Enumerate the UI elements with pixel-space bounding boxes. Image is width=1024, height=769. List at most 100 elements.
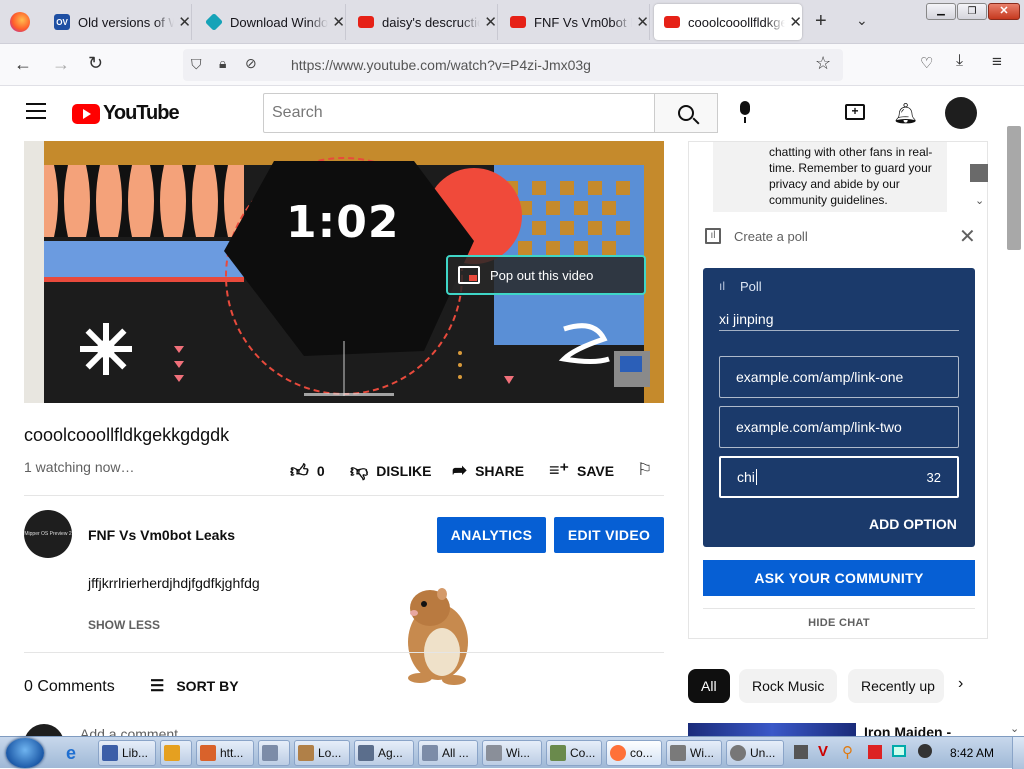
- close-icon[interactable]: ✕: [636, 13, 649, 31]
- taskbar-item-5[interactable]: Lo...: [294, 740, 350, 766]
- taskbar-item-7[interactable]: All ...: [418, 740, 478, 766]
- search-input[interactable]: Search: [263, 93, 655, 133]
- tab-download-windows[interactable]: Download Windows ✕: [196, 4, 346, 40]
- close-icon[interactable]: ✕: [178, 13, 191, 31]
- related-title[interactable]: Iron Maiden -: [864, 724, 951, 736]
- chip-recently-uploaded[interactable]: Recently up: [848, 669, 944, 703]
- grid-icon: [486, 745, 502, 761]
- download-icon[interactable]: ⤓: [956, 52, 963, 70]
- ask-community-button[interactable]: ASK YOUR COMMUNITY: [703, 560, 975, 596]
- taskbar-item-4[interactable]: [258, 740, 290, 766]
- chevron-down-icon[interactable]: ⌄: [1010, 722, 1019, 735]
- create-video-icon[interactable]: +: [845, 104, 865, 120]
- thumbs-down-icon: 👎︎: [350, 461, 369, 481]
- camera-blocked-icon[interactable]: ⊘: [245, 55, 257, 72]
- tray-app-icon[interactable]: [794, 745, 808, 759]
- window-icon: [262, 745, 278, 761]
- menu-icon[interactable]: ≡: [992, 52, 1002, 72]
- hamburger-icon[interactable]: [26, 103, 46, 119]
- url-bar[interactable]: ⛉ 🔒︎ ⊘ https://www.youtube.com/watch?v=P…: [183, 49, 843, 81]
- url-text[interactable]: https://www.youtube.com/watch?v=P4zi-Jmx…: [291, 57, 591, 73]
- dislike-button[interactable]: 👎︎ DISLIKE: [350, 460, 432, 482]
- taskbar-item-2[interactable]: [160, 740, 192, 766]
- tab-fnf[interactable]: FNF Vs Vm0bot Leaks ✕: [500, 4, 650, 40]
- search-button[interactable]: [654, 93, 718, 133]
- maximize-button[interactable]: ❐: [957, 3, 987, 20]
- chip-rock-music[interactable]: Rock Music: [739, 669, 838, 703]
- poll-option-2[interactable]: example.com/amp/link-two: [719, 406, 959, 448]
- close-window-button[interactable]: ✕: [988, 3, 1020, 20]
- chevron-down-icon[interactable]: ⌄: [856, 12, 868, 29]
- shield-icon[interactable]: ⛉: [191, 56, 202, 73]
- taskbar-item-8[interactable]: Wi...: [482, 740, 542, 766]
- close-icon[interactable]: ✕: [332, 13, 345, 31]
- taskbar-item-9[interactable]: Co...: [546, 740, 602, 766]
- channel-avatar[interactable]: Mipper OS Preview 2: [24, 510, 72, 558]
- flag-icon[interactable]: ⚐: [637, 460, 652, 480]
- sort-by-button[interactable]: ☰ SORT BY: [150, 676, 239, 696]
- tab-old-versions[interactable]: OV Old versions of Windows ✕: [44, 4, 192, 40]
- back-icon[interactable]: ←: [14, 54, 32, 75]
- add-option-button[interactable]: ADD OPTION: [869, 516, 957, 532]
- clock[interactable]: 8:42 AM: [950, 746, 994, 760]
- microphone-icon[interactable]: [738, 101, 752, 125]
- analytics-button[interactable]: ANALYTICS: [437, 517, 546, 553]
- save-button[interactable]: ≡⁺ SAVE: [549, 460, 614, 481]
- tab-daisy[interactable]: daisy's descruction ✕: [348, 4, 498, 40]
- taskbar-item-6[interactable]: Ag...: [354, 740, 414, 766]
- poll-question[interactable]: xi jinping: [719, 311, 773, 327]
- close-icon[interactable]: ✕: [789, 13, 802, 31]
- chip-all[interactable]: All: [688, 669, 730, 703]
- forward-icon[interactable]: →: [52, 54, 70, 75]
- chat-scroll-thumb[interactable]: [970, 164, 988, 182]
- star-icon[interactable]: ☆: [815, 53, 831, 74]
- reload-icon[interactable]: ↻: [88, 53, 103, 74]
- show-desktop-button[interactable]: [1012, 737, 1024, 769]
- chevron-down-icon[interactable]: ⌄: [975, 194, 984, 207]
- video-player[interactable]: 1:02 Pop out this video: [24, 141, 664, 403]
- tray-volume-icon[interactable]: [918, 744, 932, 758]
- poll-option-1[interactable]: example.com/amp/link-one: [719, 356, 959, 398]
- lock-icon[interactable]: 🔒︎: [219, 55, 226, 72]
- channel-name[interactable]: FNF Vs Vm0bot Leaks: [88, 527, 235, 543]
- chevron-right-icon[interactable]: ›: [958, 675, 963, 693]
- taskbar-item-10[interactable]: co...: [606, 740, 662, 766]
- taskbar-item-3[interactable]: htt...: [196, 740, 254, 766]
- firefox-icon[interactable]: [10, 12, 30, 32]
- share-button[interactable]: ➦ SHARE: [452, 460, 524, 481]
- tray-app-icon[interactable]: ⚲: [842, 743, 853, 761]
- new-tab-icon[interactable]: +: [815, 10, 827, 33]
- tray-app-icon[interactable]: V: [818, 743, 828, 760]
- tray-monitor-icon[interactable]: [892, 745, 906, 757]
- related-thumbnail[interactable]: [688, 723, 856, 736]
- popout-icon: [458, 266, 480, 284]
- taskbar-item-11[interactable]: Wi...: [666, 740, 722, 766]
- page-scrollbar[interactable]: [1007, 126, 1021, 250]
- start-button[interactable]: [6, 738, 44, 768]
- close-icon[interactable]: ✕: [484, 13, 497, 31]
- chat-panel: chatting with other fans in real-time. R…: [688, 141, 988, 639]
- poll-option-3[interactable]: chi 32: [719, 456, 959, 498]
- tab-current[interactable]: cooolcooollfldkgekkgdgdk ✕: [654, 4, 802, 40]
- close-icon[interactable]: ✕: [959, 224, 976, 249]
- tray-flag-icon[interactable]: [868, 745, 882, 759]
- char-count: 32: [926, 470, 941, 485]
- popout-button[interactable]: Pop out this video: [446, 255, 646, 295]
- add-comment-input[interactable]: Add a comment...: [80, 726, 190, 736]
- youtube-logo[interactable]: YouTube: [72, 102, 180, 125]
- app-icon: [550, 745, 566, 761]
- pocket-icon[interactable]: ♡: [920, 54, 933, 72]
- ie-icon[interactable]: e: [66, 743, 76, 764]
- edit-video-button[interactable]: EDIT VIDEO: [554, 517, 664, 553]
- bell-icon[interactable]: 🔔︎: [893, 101, 918, 126]
- minimize-button[interactable]: ▁: [926, 3, 956, 20]
- like-button[interactable]: 👍︎ 0: [290, 460, 325, 482]
- hide-chat-button[interactable]: HIDE CHAT: [689, 617, 989, 629]
- text-cursor: [755, 469, 757, 485]
- show-less-button[interactable]: SHOW LESS: [88, 618, 160, 632]
- taskbar-item-12[interactable]: Un...: [726, 740, 784, 766]
- taskbar-item-1[interactable]: Lib...: [98, 740, 156, 766]
- poll-chart-icon: ıl: [705, 228, 721, 244]
- avatar[interactable]: [945, 97, 977, 129]
- video-description: jffjkrrlrierherdjhdjfgdfkjghfdg: [88, 575, 260, 591]
